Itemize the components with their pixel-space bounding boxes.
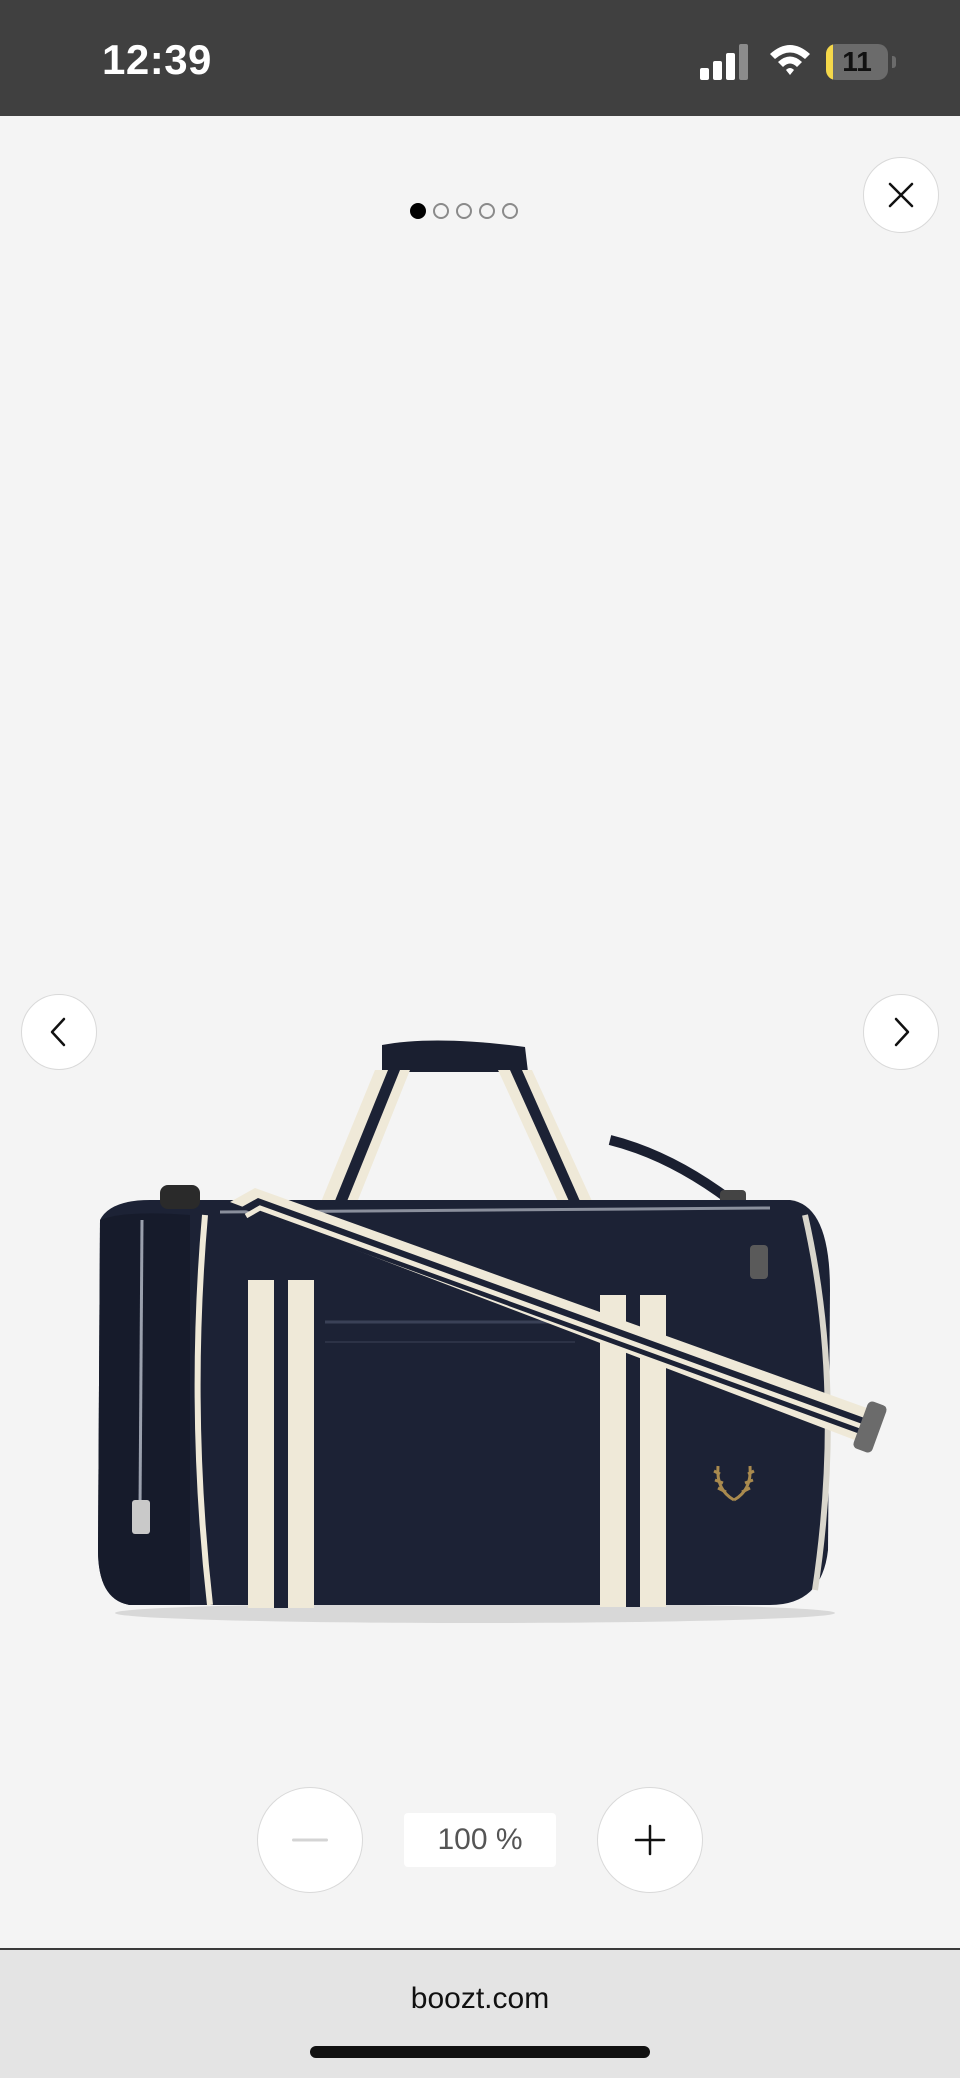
wifi-icon — [770, 45, 810, 75]
plus-icon — [634, 1824, 666, 1856]
pagination-dot[interactable] — [410, 203, 426, 219]
pagination-dot[interactable] — [456, 203, 472, 219]
status-bar: 12:39 11 — [0, 0, 960, 116]
battery-level-text: 11 — [842, 46, 872, 77]
chevron-right-icon — [894, 1017, 910, 1047]
zoom-in-button[interactable] — [597, 1787, 703, 1893]
zoom-out-button[interactable] — [257, 1787, 363, 1893]
product-image[interactable] — [70, 1030, 890, 1630]
pagination-dot[interactable] — [502, 203, 518, 219]
pagination-dots — [410, 203, 518, 219]
close-button[interactable] — [863, 157, 939, 233]
close-icon — [888, 182, 914, 208]
chevron-left-icon — [50, 1017, 66, 1047]
battery-nub — [892, 56, 896, 68]
signal-icon — [700, 44, 748, 80]
status-time: 12:39 — [102, 36, 212, 83]
zoom-level-display: 100 % — [404, 1813, 556, 1867]
url-text[interactable]: boozt.com — [0, 1982, 960, 2016]
minus-icon — [292, 1838, 328, 1842]
pagination-dot[interactable] — [433, 203, 449, 219]
browser-address-bar[interactable]: boozt.com — [0, 1948, 960, 2078]
battery-icon: 11 — [826, 44, 888, 80]
home-indicator[interactable] — [310, 2046, 650, 2058]
pagination-dot[interactable] — [479, 203, 495, 219]
